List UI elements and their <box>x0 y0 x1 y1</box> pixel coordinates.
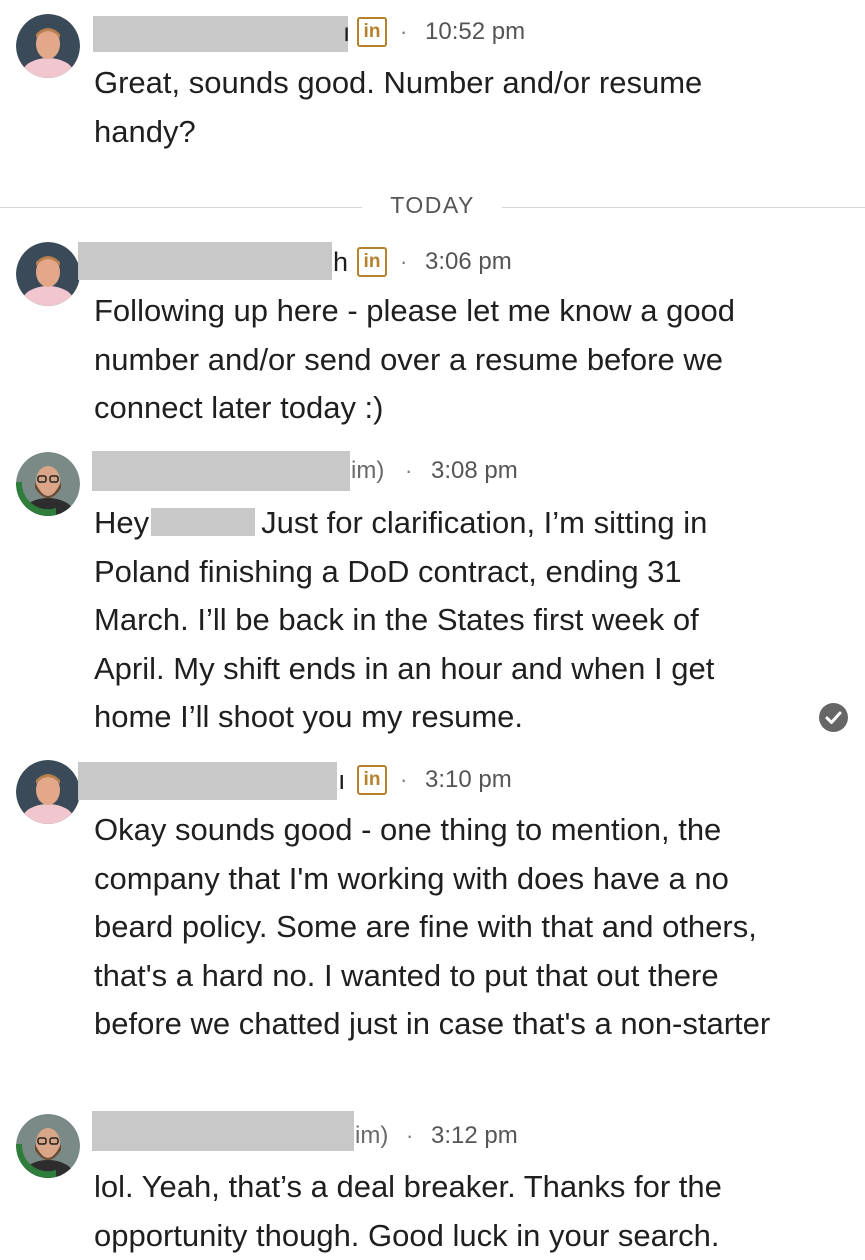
sender-name-tail: ı <box>343 17 351 47</box>
message-text: Great, sounds good. Number and/or resume… <box>94 65 703 149</box>
message-item: h in · 3:06 pm Following up here - pleas… <box>0 236 865 446</box>
separator-dot: · <box>400 767 408 792</box>
candidate-avatar[interactable] <box>16 452 80 516</box>
separator-dot: · <box>405 458 413 483</box>
redacted-sender-name <box>92 1111 354 1151</box>
sender-name-tail: im) <box>355 1122 389 1149</box>
sender-name-tail: ı <box>338 765 346 795</box>
candidate-avatar[interactable] <box>16 1114 80 1178</box>
message-time: 3:08 pm <box>431 457 518 484</box>
greeting-text: Hey <box>94 505 150 540</box>
message-item: ı in · 10:52 pm Great, sounds good. Numb… <box>0 0 865 170</box>
message-item: ı in · 3:10 pm Okay sounds good - one th… <box>0 752 865 1102</box>
message-item: im) · 3:08 pm Hey Just for clarification,… <box>0 446 865 746</box>
message-time: 3:12 pm <box>431 1122 518 1149</box>
recruiter-avatar[interactable] <box>16 760 80 824</box>
check-circle-icon <box>819 703 848 732</box>
message-text: lol. Yeah, that’s a deal breaker. Thanks… <box>94 1169 722 1253</box>
avatar-photo-icon <box>16 14 80 78</box>
linkedin-badge-icon: in <box>357 247 387 277</box>
redacted-recipient-name <box>151 508 256 536</box>
redacted-sender-name <box>92 451 350 491</box>
message-text: Following up here - please let me know a… <box>94 293 736 425</box>
avatar-photo-icon <box>16 452 80 516</box>
redacted-sender-name <box>93 16 348 52</box>
sender-name-tail: im) <box>351 457 385 484</box>
avatar-photo-icon <box>16 242 80 306</box>
separator-dot: · <box>400 19 408 44</box>
day-divider-label: TODAY <box>390 192 475 218</box>
sender-name-tail: h <box>333 247 349 277</box>
day-divider: TODAY <box>0 186 865 230</box>
message-time: 10:52 pm <box>425 18 526 45</box>
message-time: 3:10 pm <box>425 766 512 793</box>
redacted-sender-name <box>78 242 332 280</box>
redacted-sender-name <box>78 762 337 800</box>
recruiter-avatar[interactable] <box>16 242 80 306</box>
message-time: 3:06 pm <box>425 248 512 275</box>
linkedin-badge-icon: in <box>357 17 387 47</box>
message-body: Just for clarification, I’m sitting in P… <box>94 505 715 734</box>
message-text: Okay sounds good - one thing to mention,… <box>94 812 771 1041</box>
avatar-photo-icon <box>16 1114 80 1178</box>
message-text: Hey Just for clarification, I’m sitting i… <box>94 499 764 742</box>
recruiter-avatar[interactable] <box>16 14 80 78</box>
separator-dot: · <box>400 249 408 274</box>
linkedin-badge-icon: in <box>357 765 387 795</box>
message-item: im) · 3:12 pm lol. Yeah, that’s a deal b… <box>0 1106 865 1257</box>
avatar-photo-icon <box>16 760 80 824</box>
separator-dot: · <box>406 1123 414 1148</box>
